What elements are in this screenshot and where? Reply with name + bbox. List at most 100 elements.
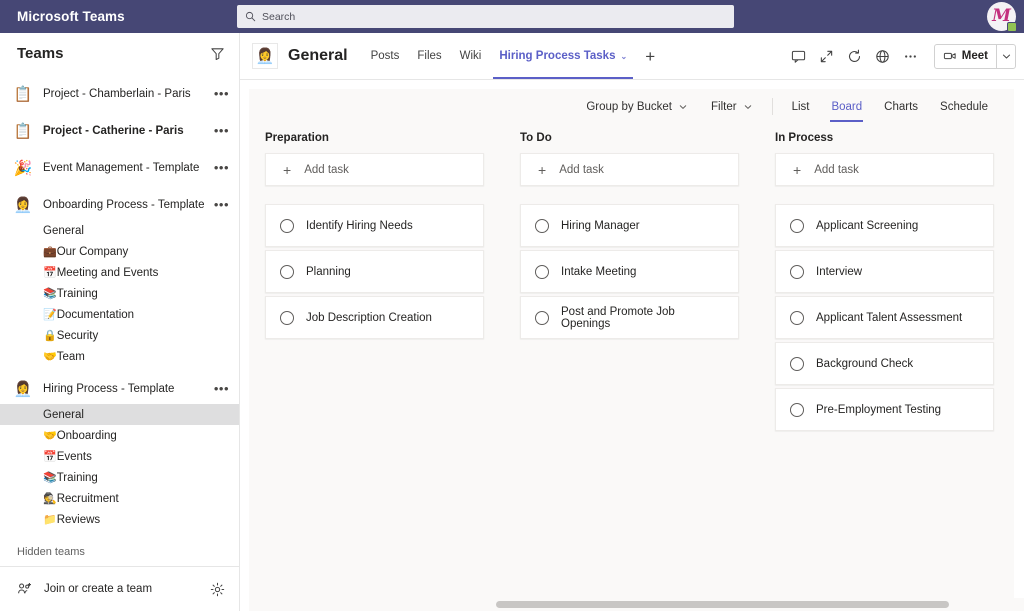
join-team-label: Join or create a team bbox=[44, 583, 153, 595]
add-task-label: Add task bbox=[304, 163, 349, 176]
sidebar-channel-reviews[interactable]: 📁 Reviews bbox=[0, 509, 239, 530]
task-card[interactable]: Intake Meeting bbox=[520, 250, 739, 293]
sidebar-channel-documentation[interactable]: 📝 Documentation bbox=[0, 304, 239, 325]
planner-view-tabs: List Board Charts Schedule bbox=[781, 90, 999, 124]
sidebar-channel-general[interactable]: General bbox=[0, 404, 239, 425]
sidebar-channel-events[interactable]: 📅 Events bbox=[0, 446, 239, 467]
sidebar-channel-meeting-and-events[interactable]: 📅 Meeting and Events bbox=[0, 262, 239, 283]
content-area: 👩‍💼 General Posts Files Wiki Hiring Process… bbox=[240, 33, 1024, 611]
sidebar-team-onboarding-process-template[interactable]: 👩‍💼 Onboarding Process - Template ••• bbox=[0, 189, 239, 220]
sidebar-channel-team[interactable]: 🤝 Team bbox=[0, 346, 239, 367]
task-complete-checkbox[interactable] bbox=[280, 264, 294, 279]
task-title: Planning bbox=[306, 265, 351, 278]
channel-name: Onboarding bbox=[56, 429, 117, 442]
filter-icon[interactable] bbox=[210, 46, 225, 61]
team-more-options-icon[interactable]: ••• bbox=[214, 124, 229, 137]
planner-view-list[interactable]: List bbox=[781, 90, 821, 124]
task-card[interactable]: Planning bbox=[265, 250, 484, 293]
hidden-teams-label[interactable]: Hidden teams bbox=[0, 532, 239, 567]
planner-view-board[interactable]: Board bbox=[820, 90, 873, 124]
task-card[interactable]: Post and Promote Job Openings bbox=[520, 296, 739, 339]
teams-list[interactable]: 📋 Project - Chamberlain - Paris ••• 📋 Projec… bbox=[0, 73, 239, 532]
chat-icon[interactable] bbox=[786, 43, 812, 69]
sidebar-team-event-management-template[interactable]: 🎉 Event Management - Template ••• bbox=[0, 152, 239, 183]
task-card[interactable]: Interview bbox=[775, 250, 994, 293]
task-title: Identify Hiring Needs bbox=[306, 219, 413, 232]
task-complete-checkbox[interactable] bbox=[280, 310, 294, 325]
sidebar-channel-general[interactable]: General bbox=[0, 220, 239, 241]
task-card[interactable]: Applicant Talent Assessment bbox=[775, 296, 994, 339]
team-avatar-icon: 🎉 bbox=[13, 158, 33, 177]
chevron-down-icon[interactable]: ⌄ bbox=[620, 52, 627, 61]
task-card[interactable]: Applicant Screening bbox=[775, 204, 994, 247]
gear-icon[interactable] bbox=[210, 582, 225, 597]
sidebar-channel-onboarding[interactable]: 🤝 Onboarding bbox=[0, 425, 239, 446]
task-complete-checkbox[interactable] bbox=[790, 402, 804, 417]
sidebar-team-hiring-process-template[interactable]: 👩‍💼 Hiring Process - Template ••• bbox=[0, 373, 239, 404]
scrollbar-thumb[interactable] bbox=[496, 601, 949, 608]
task-complete-checkbox[interactable] bbox=[790, 356, 804, 371]
add-tab-button[interactable]: + bbox=[636, 48, 664, 65]
team-more-options-icon[interactable]: ••• bbox=[214, 161, 229, 174]
chevron-down-icon bbox=[679, 104, 687, 109]
expand-icon[interactable] bbox=[814, 43, 840, 69]
task-title: Background Check bbox=[816, 357, 914, 370]
globe-icon[interactable] bbox=[870, 43, 896, 69]
task-complete-checkbox[interactable] bbox=[280, 218, 294, 233]
planner-app: Group by Bucket Filter List Board Charts Sc… bbox=[249, 89, 1014, 611]
task-complete-checkbox[interactable] bbox=[535, 310, 549, 325]
sidebar-team-project-chamberlain-paris[interactable]: 📋 Project - Chamberlain - Paris ••• bbox=[0, 78, 239, 109]
task-card[interactable]: Identify Hiring Needs bbox=[265, 204, 484, 247]
join-or-create-team-button[interactable]: Join or create a team bbox=[0, 567, 239, 611]
tab-files[interactable]: Files bbox=[408, 33, 450, 79]
task-complete-checkbox[interactable] bbox=[535, 264, 549, 279]
sidebar-channel-security[interactable]: 🔒 Security bbox=[0, 325, 239, 346]
chevron-down-icon bbox=[1002, 54, 1010, 59]
sidebar-channel-recruitment[interactable]: 🕵️ Recruitment bbox=[0, 488, 239, 509]
more-options-icon[interactable] bbox=[898, 43, 924, 69]
team-more-options-icon[interactable]: ••• bbox=[214, 87, 229, 100]
group-by-bucket-menu[interactable]: Group by Bucket bbox=[574, 101, 699, 113]
task-complete-checkbox[interactable] bbox=[790, 218, 804, 233]
tab-posts[interactable]: Posts bbox=[362, 33, 409, 79]
task-card[interactable]: Job Description Creation bbox=[265, 296, 484, 339]
sidebar-channel-our-company[interactable]: 💼 Our Company bbox=[0, 241, 239, 262]
refresh-icon[interactable] bbox=[842, 43, 868, 69]
meet-button[interactable]: Meet bbox=[933, 43, 1016, 69]
tab-hiring-process-tasks[interactable]: Hiring Process Tasks ⌄ bbox=[490, 33, 636, 79]
planner-toolbar: Group by Bucket Filter List Board Charts Sc… bbox=[249, 89, 1014, 124]
task-complete-checkbox[interactable] bbox=[535, 218, 549, 233]
tab-label: Posts bbox=[370, 50, 400, 62]
task-complete-checkbox[interactable] bbox=[790, 264, 804, 279]
channel-emoji-icon: 🤝 bbox=[43, 350, 57, 363]
add-task-button[interactable]: + Add task bbox=[520, 153, 739, 186]
team-name: Onboarding Process - Template bbox=[43, 198, 205, 211]
channel-emoji-icon: 📅 bbox=[43, 266, 57, 279]
add-task-button[interactable]: + Add task bbox=[265, 153, 484, 186]
horizontal-scrollbar[interactable] bbox=[485, 598, 1024, 611]
team-more-options-icon[interactable]: ••• bbox=[214, 198, 229, 211]
planner-view-charts[interactable]: Charts bbox=[873, 90, 929, 124]
task-title: Post and Promote Job Openings bbox=[561, 305, 675, 330]
bucket-title: To Do bbox=[520, 132, 552, 144]
sidebar-team-project-catherine-paris[interactable]: 📋 Project - Catherine - Paris ••• bbox=[0, 115, 239, 146]
team-more-options-icon[interactable]: ••• bbox=[214, 382, 229, 395]
plus-icon: + bbox=[538, 161, 547, 178]
task-complete-checkbox[interactable] bbox=[790, 310, 804, 325]
sidebar-channel-training[interactable]: 📚 Training bbox=[0, 283, 239, 304]
avatar[interactable]: M bbox=[987, 2, 1017, 32]
tab-wiki[interactable]: Wiki bbox=[451, 33, 491, 79]
team-name: Project - Chamberlain - Paris bbox=[43, 87, 191, 100]
toolbar-divider bbox=[771, 98, 773, 115]
search-input[interactable]: Search bbox=[237, 5, 734, 28]
task-card[interactable]: Hiring Manager bbox=[520, 204, 739, 247]
meet-dropdown-button[interactable] bbox=[996, 44, 1015, 68]
bucket-in-process: In Process + Add task Applicant Screening In… bbox=[775, 132, 994, 611]
meet-main[interactable]: Meet bbox=[935, 45, 996, 68]
planner-view-schedule[interactable]: Schedule bbox=[929, 90, 999, 124]
task-card[interactable]: Pre-Employment Testing bbox=[775, 388, 994, 431]
task-card[interactable]: Background Check bbox=[775, 342, 994, 385]
sidebar-channel-training[interactable]: 📚 Training bbox=[0, 467, 239, 488]
add-task-button[interactable]: + Add task bbox=[775, 153, 994, 186]
filter-menu[interactable]: Filter bbox=[699, 101, 764, 113]
